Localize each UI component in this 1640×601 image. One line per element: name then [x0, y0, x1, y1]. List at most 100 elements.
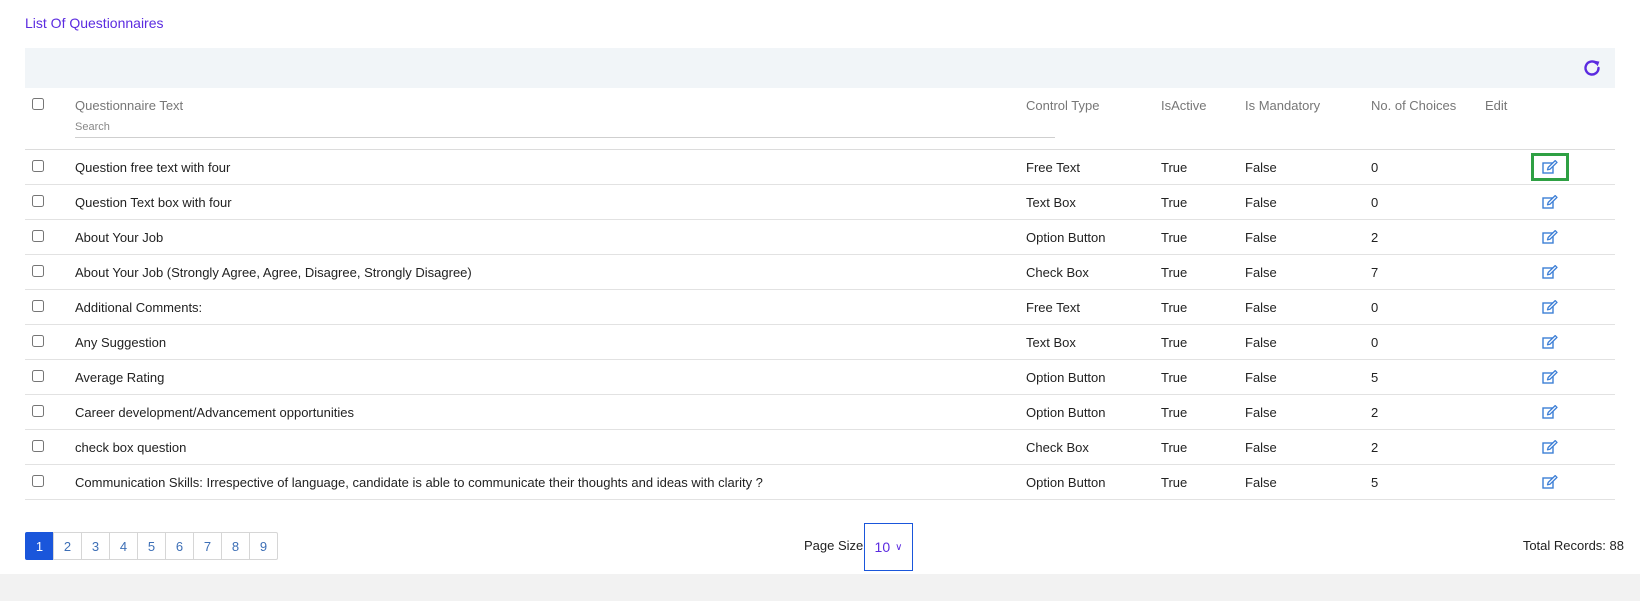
cell-no-of-choices: 2: [1371, 429, 1485, 465]
cell-is-mandatory: False: [1245, 429, 1371, 465]
chevron-down-icon: ∨: [895, 541, 903, 553]
page-button-4[interactable]: 4: [109, 532, 138, 560]
cell-control-type: Text Box: [1026, 324, 1161, 360]
page-button-3[interactable]: 3: [81, 532, 110, 560]
page-button-9[interactable]: 9: [249, 532, 278, 560]
table-row: Additional Comments: Free Text True False 0: [25, 289, 1615, 325]
cell-edit: [1485, 394, 1615, 430]
page-button-1[interactable]: 1: [25, 532, 54, 560]
edit-button[interactable]: [1534, 225, 1566, 249]
cell-edit: [1485, 149, 1615, 185]
table-row: Communication Skills: Irrespective of la…: [25, 464, 1615, 500]
cell-control-type: Option Button: [1026, 219, 1161, 255]
cell-edit: [1485, 429, 1615, 465]
edit-button[interactable]: [1534, 330, 1566, 354]
cell-is-active: True: [1161, 254, 1245, 290]
edit-button[interactable]: [1534, 295, 1566, 319]
row-select-cell: [25, 464, 75, 500]
table-row: Question Text box with four Text Box True F…: [25, 184, 1615, 220]
cell-edit: [1485, 464, 1615, 500]
header-is-mandatory: Is Mandatory: [1245, 90, 1371, 150]
row-checkbox[interactable]: [32, 474, 44, 487]
cell-is-mandatory: False: [1245, 289, 1371, 325]
table-row: Average Rating Option Button True False 5: [25, 359, 1615, 395]
edit-button[interactable]: [1531, 153, 1569, 181]
row-select-cell: [25, 324, 75, 360]
page-button-8[interactable]: 8: [221, 532, 250, 560]
page-size-select[interactable]: 10 ∨: [864, 523, 913, 571]
pagination: 123456789: [25, 532, 278, 560]
cell-no-of-choices: 0: [1371, 149, 1485, 185]
cell-questionnaire-text: About Your Job: [75, 219, 1026, 255]
edit-button[interactable]: [1534, 435, 1566, 459]
cell-no-of-choices: 0: [1371, 184, 1485, 220]
row-checkbox[interactable]: [32, 404, 44, 417]
cell-is-active: True: [1161, 289, 1245, 325]
refresh-icon[interactable]: [1581, 57, 1603, 79]
cell-is-mandatory: False: [1245, 324, 1371, 360]
table-row: About Your Job Option Button True False 2: [25, 219, 1615, 255]
edit-icon: [1542, 475, 1558, 489]
row-select-cell: [25, 359, 75, 395]
page-button-2[interactable]: 2: [53, 532, 82, 560]
edit-icon: [1542, 160, 1558, 174]
cell-is-active: True: [1161, 429, 1245, 465]
table-row: About Your Job (Strongly Agree, Agree, D…: [25, 254, 1615, 290]
cell-questionnaire-text: Additional Comments:: [75, 289, 1026, 325]
cell-control-type: Option Button: [1026, 464, 1161, 500]
select-all-checkbox[interactable]: [32, 98, 44, 110]
edit-button[interactable]: [1534, 260, 1566, 284]
cell-no-of-choices: 0: [1371, 324, 1485, 360]
cell-control-type: Option Button: [1026, 359, 1161, 395]
cell-is-mandatory: False: [1245, 394, 1371, 430]
row-checkbox[interactable]: [32, 334, 44, 347]
grid-toolbar: [25, 48, 1615, 88]
header-is-active: IsActive: [1161, 90, 1245, 150]
cell-is-active: True: [1161, 464, 1245, 500]
row-checkbox[interactable]: [32, 369, 44, 382]
cell-questionnaire-text: check box question: [75, 429, 1026, 465]
cell-no-of-choices: 0: [1371, 289, 1485, 325]
header-no-of-choices: No. of Choices: [1371, 90, 1485, 150]
row-checkbox[interactable]: [32, 299, 44, 312]
questionnaire-panel: List Of Questionnaires Questionnaire Tex…: [0, 0, 1640, 574]
page-button-5[interactable]: 5: [137, 532, 166, 560]
edit-icon: [1542, 405, 1558, 419]
header-control-type: Control Type: [1026, 90, 1161, 150]
row-checkbox[interactable]: [32, 159, 44, 172]
table-row: Question free text with four Free Text Tru…: [25, 149, 1615, 185]
row-select-cell: [25, 289, 75, 325]
edit-button[interactable]: [1534, 365, 1566, 389]
cell-is-mandatory: False: [1245, 464, 1371, 500]
edit-button[interactable]: [1534, 470, 1566, 494]
cell-edit: [1485, 254, 1615, 290]
page-size-label: Page Size:: [804, 538, 867, 553]
page-button-6[interactable]: 6: [165, 532, 194, 560]
cell-questionnaire-text: Any Suggestion: [75, 324, 1026, 360]
header-questionnaire-text-label: Questionnaire Text: [75, 98, 184, 113]
page-button-7[interactable]: 7: [193, 532, 222, 560]
page-title: List Of Questionnaires: [25, 15, 164, 31]
row-checkbox[interactable]: [32, 229, 44, 242]
row-checkbox[interactable]: [32, 439, 44, 452]
table-row: Career development/Advancement opportuni…: [25, 394, 1615, 430]
cell-edit: [1485, 219, 1615, 255]
edit-button[interactable]: [1534, 190, 1566, 214]
cell-questionnaire-text: Career development/Advancement opportuni…: [75, 394, 1026, 430]
edit-icon: [1542, 440, 1558, 454]
cell-is-mandatory: False: [1245, 219, 1371, 255]
cell-edit: [1485, 359, 1615, 395]
cell-is-active: True: [1161, 359, 1245, 395]
cell-control-type: Free Text: [1026, 289, 1161, 325]
cell-control-type: Text Box: [1026, 184, 1161, 220]
row-select-cell: [25, 394, 75, 430]
edit-icon: [1542, 230, 1558, 244]
cell-questionnaire-text: Average Rating: [75, 359, 1026, 395]
search-input[interactable]: [75, 118, 1055, 138]
edit-button[interactable]: [1534, 400, 1566, 424]
edit-icon: [1542, 195, 1558, 209]
cell-is-active: True: [1161, 149, 1245, 185]
row-checkbox[interactable]: [32, 194, 44, 207]
cell-edit: [1485, 324, 1615, 360]
row-checkbox[interactable]: [32, 264, 44, 277]
